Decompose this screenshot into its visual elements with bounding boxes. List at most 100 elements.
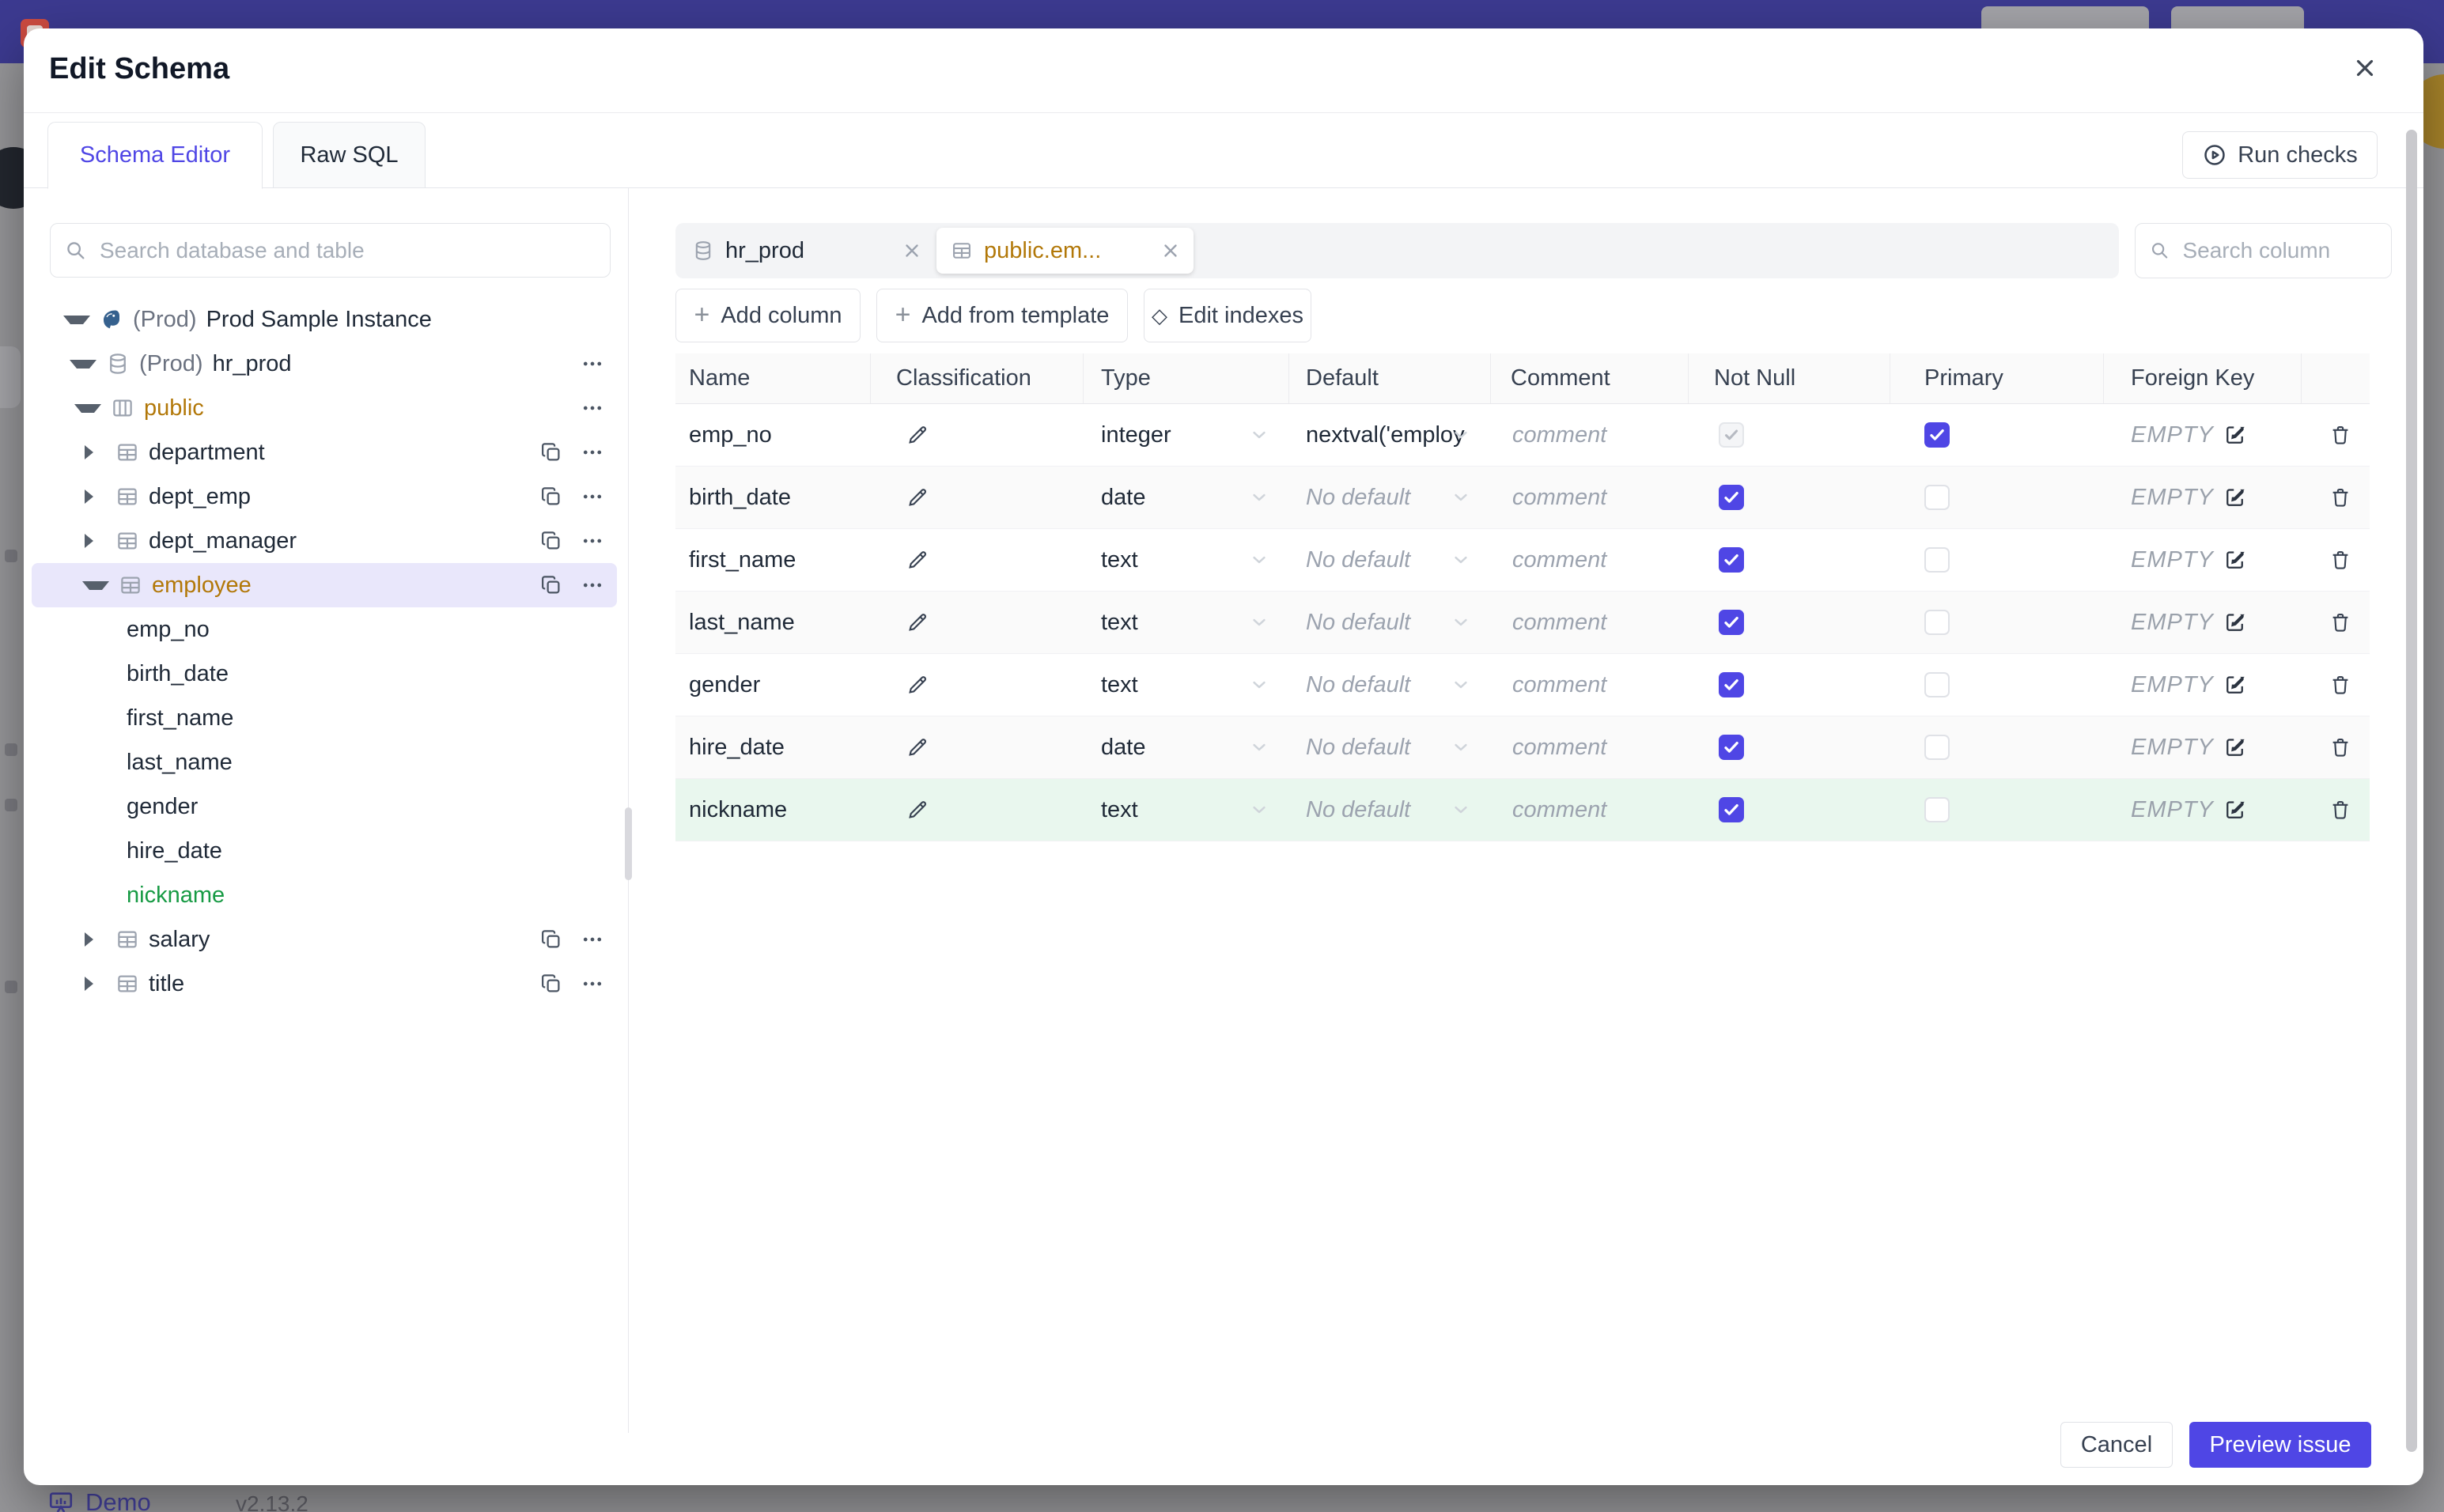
edit-foreign-key-icon[interactable] (2223, 423, 2247, 447)
tree-search-input[interactable] (97, 236, 596, 264)
primary-checkbox[interactable] (1924, 672, 1950, 697)
column-name[interactable]: emp_no (675, 422, 871, 448)
delete-column-icon[interactable] (2302, 423, 2370, 447)
comment-input[interactable] (1511, 671, 1666, 699)
copy-icon[interactable] (539, 485, 563, 508)
not-null-checkbox[interactable] (1719, 485, 1744, 510)
tab-schema-editor[interactable]: Schema Editor (47, 122, 263, 189)
type-select[interactable]: date (1084, 467, 1289, 528)
delete-column-icon[interactable] (2302, 548, 2370, 572)
tree-item-table-dept-manager[interactable]: dept_manager (24, 519, 628, 563)
type-select[interactable]: text (1084, 529, 1289, 591)
run-checks-button[interactable]: Run checks (2182, 131, 2378, 179)
tab-raw-sql[interactable]: Raw SQL (273, 122, 426, 188)
more-actions-icon[interactable] (581, 440, 604, 464)
editor-tab-hr-prod[interactable]: hr_prod (675, 228, 936, 274)
demo-link[interactable]: Demo (47, 1488, 151, 1512)
default-select[interactable]: No default (1289, 654, 1491, 716)
edit-classification-icon[interactable] (906, 610, 1084, 634)
type-select[interactable]: date (1084, 716, 1289, 778)
default-select[interactable]: nextval('employ (1289, 404, 1491, 466)
close-icon[interactable] (2349, 52, 2381, 84)
edit-classification-icon[interactable] (906, 548, 1084, 572)
column-name[interactable]: hire_date (675, 735, 871, 761)
comment-input[interactable] (1511, 421, 1666, 449)
editor-tab-public-employee[interactable]: public.em... (936, 228, 1194, 274)
chevron-expanded-icon[interactable] (70, 359, 96, 369)
tree-item-column-nickname[interactable]: nickname (24, 873, 628, 917)
chevron-expanded-icon[interactable] (82, 580, 109, 590)
tree-item-column-emp-no[interactable]: emp_no (24, 607, 628, 652)
default-select[interactable]: No default (1289, 529, 1491, 591)
tree-item-database-hr-prod[interactable]: (Prod) hr_prod (24, 342, 628, 386)
chevron-expanded-icon[interactable] (63, 315, 90, 324)
preview-issue-button[interactable]: Preview issue (2189, 1422, 2371, 1468)
edit-foreign-key-icon[interactable] (2223, 673, 2247, 697)
copy-icon[interactable] (539, 440, 563, 464)
type-select[interactable]: text (1084, 592, 1289, 653)
comment-input[interactable] (1511, 483, 1666, 512)
column-name[interactable]: birth_date (675, 485, 871, 511)
tree-item-column-last-name[interactable]: last_name (24, 740, 628, 784)
tree-item-table-department[interactable]: department (24, 430, 628, 474)
copy-icon[interactable] (539, 928, 563, 951)
edit-classification-icon[interactable] (906, 735, 1084, 759)
not-null-checkbox[interactable] (1719, 797, 1744, 822)
comment-input[interactable] (1511, 733, 1666, 762)
cancel-button[interactable]: Cancel (2060, 1422, 2173, 1468)
delete-column-icon[interactable] (2302, 673, 2370, 697)
edit-classification-icon[interactable] (906, 423, 1084, 447)
tree-item-table-dept-emp[interactable]: dept_emp (24, 474, 628, 519)
chevron-expanded-icon[interactable] (74, 403, 101, 413)
type-select[interactable]: text (1084, 779, 1289, 841)
comment-input[interactable] (1511, 608, 1666, 637)
edit-classification-icon[interactable] (906, 673, 1084, 697)
not-null-checkbox[interactable] (1719, 672, 1744, 697)
tree-item-table-title[interactable]: title (24, 962, 628, 1006)
edit-foreign-key-icon[interactable] (2223, 486, 2247, 509)
type-select[interactable]: text (1084, 654, 1289, 716)
more-actions-icon[interactable] (581, 485, 604, 508)
close-tab-icon[interactable] (902, 240, 922, 261)
chevron-collapsed-icon[interactable] (85, 977, 106, 991)
edit-classification-icon[interactable] (906, 486, 1084, 509)
default-select[interactable]: No default (1289, 592, 1491, 653)
edit-indexes-button[interactable]: ◇ Edit indexes (1144, 289, 1311, 342)
not-null-checkbox[interactable] (1719, 547, 1744, 573)
not-null-checkbox[interactable] (1719, 422, 1744, 448)
more-actions-icon[interactable] (581, 573, 604, 597)
delete-column-icon[interactable] (2302, 486, 2370, 509)
edit-foreign-key-icon[interactable] (2223, 735, 2247, 759)
column-name[interactable]: last_name (675, 610, 871, 636)
column-search-input[interactable] (2181, 237, 2377, 264)
column-name[interactable]: first_name (675, 547, 871, 573)
delete-column-icon[interactable] (2302, 610, 2370, 634)
column-name[interactable]: nickname (675, 797, 871, 823)
more-actions-icon[interactable] (581, 972, 604, 996)
comment-input[interactable] (1511, 796, 1666, 824)
primary-checkbox[interactable] (1924, 547, 1950, 573)
more-actions-icon[interactable] (581, 396, 604, 420)
chevron-collapsed-icon[interactable] (85, 490, 106, 504)
more-actions-icon[interactable] (581, 529, 604, 553)
copy-icon[interactable] (539, 972, 563, 996)
tree-item-instance[interactable]: (Prod) Prod Sample Instance (24, 297, 628, 342)
chevron-collapsed-icon[interactable] (85, 445, 106, 459)
scrollbar-thumb[interactable] (2406, 130, 2417, 1452)
default-select[interactable]: No default (1289, 467, 1491, 528)
tree-item-column-gender[interactable]: gender (24, 784, 628, 829)
add-column-button[interactable]: + Add column (675, 289, 861, 342)
default-select[interactable]: No default (1289, 779, 1491, 841)
tree-item-table-salary[interactable]: salary (24, 917, 628, 962)
tree-item-column-birth-date[interactable]: birth_date (24, 652, 628, 696)
edit-foreign-key-icon[interactable] (2223, 610, 2247, 634)
edit-classification-icon[interactable] (906, 798, 1084, 822)
chevron-collapsed-icon[interactable] (85, 932, 106, 947)
primary-checkbox[interactable] (1924, 422, 1950, 448)
default-select[interactable]: No default (1289, 716, 1491, 778)
type-select[interactable]: integer (1084, 404, 1289, 466)
edit-foreign-key-icon[interactable] (2223, 548, 2247, 572)
chevron-collapsed-icon[interactable] (85, 534, 106, 548)
not-null-checkbox[interactable] (1719, 735, 1744, 760)
primary-checkbox[interactable] (1924, 797, 1950, 822)
